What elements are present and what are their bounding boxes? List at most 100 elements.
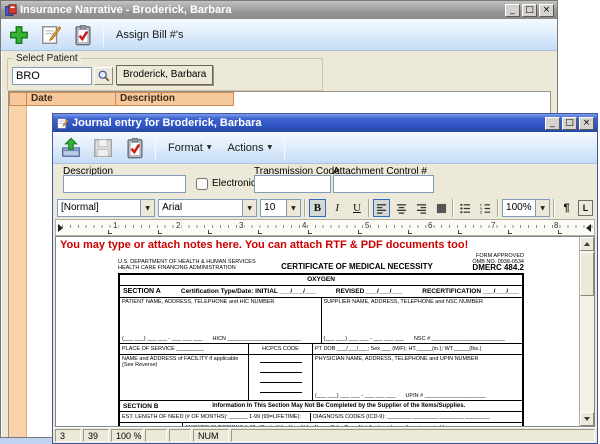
post-journal-button[interactable] xyxy=(119,134,151,162)
patient-search-input[interactable] xyxy=(12,67,92,85)
patient-search-button[interactable] xyxy=(94,67,113,85)
show-paragraph-marks-button[interactable]: ¶ xyxy=(558,199,575,217)
underline-button[interactable]: U xyxy=(349,199,366,217)
post-narrative-button[interactable] xyxy=(67,21,99,49)
journal-maximize-button[interactable]: □ xyxy=(562,117,577,130)
patient-cell: PATIENT NAME, ADDRESS, TELEPHONE and HIC… xyxy=(120,298,321,343)
transmission-code-input[interactable] xyxy=(254,175,331,193)
edit-narrative-button[interactable] xyxy=(35,21,67,49)
paragraph-style-combo[interactable]: [Normal] ▼ xyxy=(57,199,155,217)
actions-menu-label: Actions xyxy=(227,142,263,154)
combo-dropdown-button[interactable]: ▼ xyxy=(242,200,256,216)
physician-cell: PHYSICIAN NAME, ADDRESS, TELEPHONE and U… xyxy=(312,355,522,400)
bold-button[interactable]: B xyxy=(309,199,326,217)
actions-menu-button[interactable]: Actions ▼ xyxy=(219,134,280,162)
assign-bill-button[interactable]: Assign Bill #'s xyxy=(108,21,192,49)
format-menu-button[interactable]: Format ▼ xyxy=(160,134,219,162)
align-right-icon xyxy=(416,203,427,214)
format-separator xyxy=(553,199,555,217)
section-a-header: SECTION A Certification Type/Date: INITI… xyxy=(120,285,522,297)
hicn-blank: HICN ________________________ xyxy=(212,336,300,342)
supplier-phone-blank: (___ ___) ___ ___ - ___ ___ ___ xyxy=(324,336,404,342)
physician-header: PHYSICIAN NAME, ADDRESS, TELEPHONE and U… xyxy=(315,356,520,362)
tab-stop-marker[interactable] xyxy=(258,230,262,234)
document-edit-area[interactable]: You may type or attach notes here. You c… xyxy=(55,236,595,427)
chevron-down-icon: ▼ xyxy=(291,205,296,212)
scroll-thumb[interactable] xyxy=(580,252,594,296)
tab-stop-marker[interactable] xyxy=(158,230,162,234)
zoom-combo[interactable]: 100% ▼ xyxy=(502,199,550,217)
grid-header-date[interactable]: Date xyxy=(26,92,116,106)
font-size-combo[interactable]: 10 ▼ xyxy=(260,199,301,217)
chevron-down-icon: ▼ xyxy=(247,205,252,212)
supplier-cell: SUPPLIER NAME, ADDRESS, TELEPHONE and NS… xyxy=(321,298,523,343)
paragraph-style-value: [Normal] xyxy=(58,200,140,216)
tab-stop-marker[interactable] xyxy=(358,230,362,234)
status-empty-panel-1 xyxy=(145,429,167,442)
zoom-value: 100% xyxy=(503,200,535,216)
align-left-button[interactable] xyxy=(373,199,390,217)
journal-fields-panel: Description Electronic Transmission Code… xyxy=(53,164,597,197)
vertical-scrollbar[interactable] xyxy=(579,237,594,426)
close-icon: × xyxy=(580,118,593,128)
tab-stop-marker[interactable] xyxy=(458,230,462,234)
form-number: DMERC 484.2 xyxy=(444,265,524,271)
justify-button[interactable] xyxy=(433,199,450,217)
page-layout-button[interactable]: L xyxy=(578,200,593,216)
italic-button[interactable]: I xyxy=(329,199,346,217)
format-separator xyxy=(452,199,454,217)
tab-stop-marker[interactable] xyxy=(308,230,312,234)
maximize-button[interactable]: □ xyxy=(522,4,537,17)
align-right-button[interactable] xyxy=(413,199,430,217)
hcpcs-blank-line xyxy=(260,366,302,373)
journal-close-button[interactable]: × xyxy=(579,117,594,130)
grid-selector-header[interactable] xyxy=(9,92,27,106)
description-input[interactable] xyxy=(63,175,186,193)
numbered-list-button[interactable] xyxy=(477,199,494,217)
ruler[interactable]: 1 2 3 4 5 6 7 8 xyxy=(55,219,595,236)
tab-stop-marker[interactable] xyxy=(558,230,562,234)
format-toolbar: [Normal] ▼ Arial ▼ 10 ▼ B I U xyxy=(53,197,597,219)
electronic-checkbox[interactable] xyxy=(196,178,208,190)
combo-dropdown-button[interactable]: ▼ xyxy=(286,200,300,216)
tab-stop-marker[interactable] xyxy=(108,230,112,234)
selected-patient-chip[interactable]: Broderick, Barbara xyxy=(116,65,213,85)
right-indent-marker[interactable] xyxy=(586,224,591,232)
left-indent-marker[interactable] xyxy=(58,224,63,232)
recertification-date: RECERTIFICATION ___/___/___ xyxy=(422,288,519,295)
section-b-notice: Information In This Section May Not Be C… xyxy=(158,403,519,409)
grid-header-description[interactable]: Description xyxy=(115,92,234,106)
close-button[interactable]: × xyxy=(539,4,554,17)
tab-stop-marker[interactable] xyxy=(208,230,212,234)
save-button[interactable] xyxy=(87,134,119,162)
import-attach-button[interactable] xyxy=(55,134,87,162)
combo-dropdown-button[interactable]: ▼ xyxy=(535,200,549,216)
journal-titlebar[interactable]: Journal entry for Broderick, Barbara _ □… xyxy=(53,114,597,132)
journal-entry-window: Journal entry for Broderick, Barbara _ □… xyxy=(52,113,598,444)
hcpcs-blank-line xyxy=(260,386,302,393)
tab-stop-marker[interactable] xyxy=(408,230,412,234)
minimize-button[interactable]: _ xyxy=(505,4,520,17)
attachment-control-input[interactable] xyxy=(333,175,434,193)
font-family-combo[interactable]: Arial ▼ xyxy=(158,199,257,217)
status-message-panel xyxy=(231,429,595,442)
edit-pencil-icon xyxy=(40,24,62,46)
certification-type-date: Certification Type/Date: INITIAL ___/___… xyxy=(181,288,316,295)
section-b-header: SECTION B Information In This Section Ma… xyxy=(120,400,522,411)
desktop xyxy=(0,437,53,444)
add-narrative-button[interactable] xyxy=(3,21,35,49)
maximize-icon: □ xyxy=(563,118,576,128)
screen: Insurance Narrative - Broderick, Barbara… xyxy=(0,0,600,444)
status-zoom-panel: 100 % xyxy=(111,429,143,442)
place-of-service-row: PLACE OF SERVICE _________ HCPCS CODE PT… xyxy=(120,343,522,354)
scroll-up-button[interactable] xyxy=(580,237,594,251)
insurance-titlebar[interactable]: Insurance Narrative - Broderick, Barbara… xyxy=(1,1,557,19)
facility-cell: NAME and ADDRESS of FACILITY if applicab… xyxy=(120,355,248,400)
align-center-icon xyxy=(396,203,407,214)
tab-stop-marker[interactable] xyxy=(508,230,512,234)
combo-dropdown-button[interactable]: ▼ xyxy=(140,200,154,216)
align-center-button[interactable] xyxy=(393,199,410,217)
bullet-list-button[interactable] xyxy=(457,199,474,217)
scroll-down-button[interactable] xyxy=(580,412,594,426)
journal-minimize-button[interactable]: _ xyxy=(545,117,560,130)
